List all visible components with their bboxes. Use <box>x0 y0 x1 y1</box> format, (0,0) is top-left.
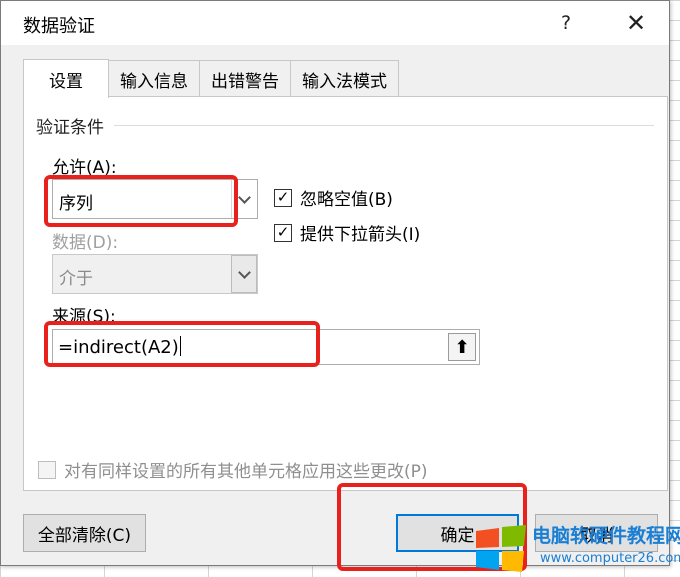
group-divider <box>114 125 654 126</box>
tab-settings[interactable]: 设置 <box>23 59 109 98</box>
apply-all-checkbox <box>38 460 56 479</box>
data-select: 介于 <box>52 254 258 294</box>
ignore-blank-checkbox[interactable]: ✓ <box>274 188 292 207</box>
check-icon: ✓ <box>276 188 290 206</box>
dropdown-arrow-label: 提供下拉箭头(I) <box>300 225 421 245</box>
chevron-down-icon <box>237 265 251 279</box>
allow-select[interactable]: 序列 <box>52 179 258 219</box>
tab-error-alert[interactable]: 出错警告 <box>199 60 291 97</box>
source-input[interactable]: =indirect(A2) ⬆ <box>52 329 480 365</box>
tab-input-message[interactable]: 输入信息 <box>108 60 200 97</box>
data-label: 数据(D): <box>52 233 119 253</box>
help-button[interactable]: ? <box>549 7 583 39</box>
data-dropdown-button <box>231 255 257 293</box>
clear-all-button[interactable]: 全部清除(C) <box>23 514 146 552</box>
allow-value: 序列 <box>59 194 93 214</box>
tab-ime-mode[interactable]: 输入法模式 <box>290 60 399 97</box>
settings-panel: 验证条件 允许(A): 序列 ✓ 忽略空值(B) ✓ 提供下拉箭头(I) 数据(… <box>23 96 668 491</box>
title-bar: 数据验证 ? ✕ <box>1 1 669 45</box>
validation-criteria-title: 验证条件 <box>36 118 104 138</box>
dialog-title: 数据验证 <box>23 16 95 37</box>
windows-logo-icon <box>476 525 526 572</box>
apply-all-option: 对有同样设置的所有其他单元格应用这些更改(P) <box>38 457 428 482</box>
source-value: =indirect(A2) <box>58 336 181 358</box>
check-icon: ✓ <box>276 223 290 241</box>
ignore-blank-label: 忽略空值(B) <box>300 190 393 210</box>
chevron-down-icon <box>238 190 251 204</box>
tab-strip: 设置 输入信息 出错警告 输入法模式 <box>23 59 399 98</box>
data-value: 介于 <box>59 269 93 289</box>
close-icon: ✕ <box>625 9 647 37</box>
allow-dropdown-button[interactable] <box>231 180 257 218</box>
dropdown-arrow-option[interactable]: ✓ 提供下拉箭头(I) <box>274 220 420 245</box>
watermark-title: 电脑软硬件教程网 <box>532 525 680 547</box>
watermark-url: www.computer26.com <box>540 551 680 566</box>
help-icon: ? <box>560 12 572 34</box>
collapse-dialog-button[interactable]: ⬆ <box>448 333 476 361</box>
apply-all-label: 对有同样设置的所有其他单元格应用这些更改(P) <box>64 462 428 482</box>
close-button[interactable]: ✕ <box>619 7 653 39</box>
dropdown-arrow-checkbox[interactable]: ✓ <box>274 223 292 242</box>
text-caret <box>179 336 181 356</box>
ignore-blank-option[interactable]: ✓ 忽略空值(B) <box>274 185 393 210</box>
source-label: 来源(S): <box>52 307 116 327</box>
data-validation-dialog: 数据验证 ? ✕ 设置 输入信息 出错警告 输入法模式 验证条件 允许(A): … <box>0 0 670 566</box>
up-arrow-icon: ⬆ <box>454 336 470 358</box>
allow-label: 允许(A): <box>52 158 117 178</box>
